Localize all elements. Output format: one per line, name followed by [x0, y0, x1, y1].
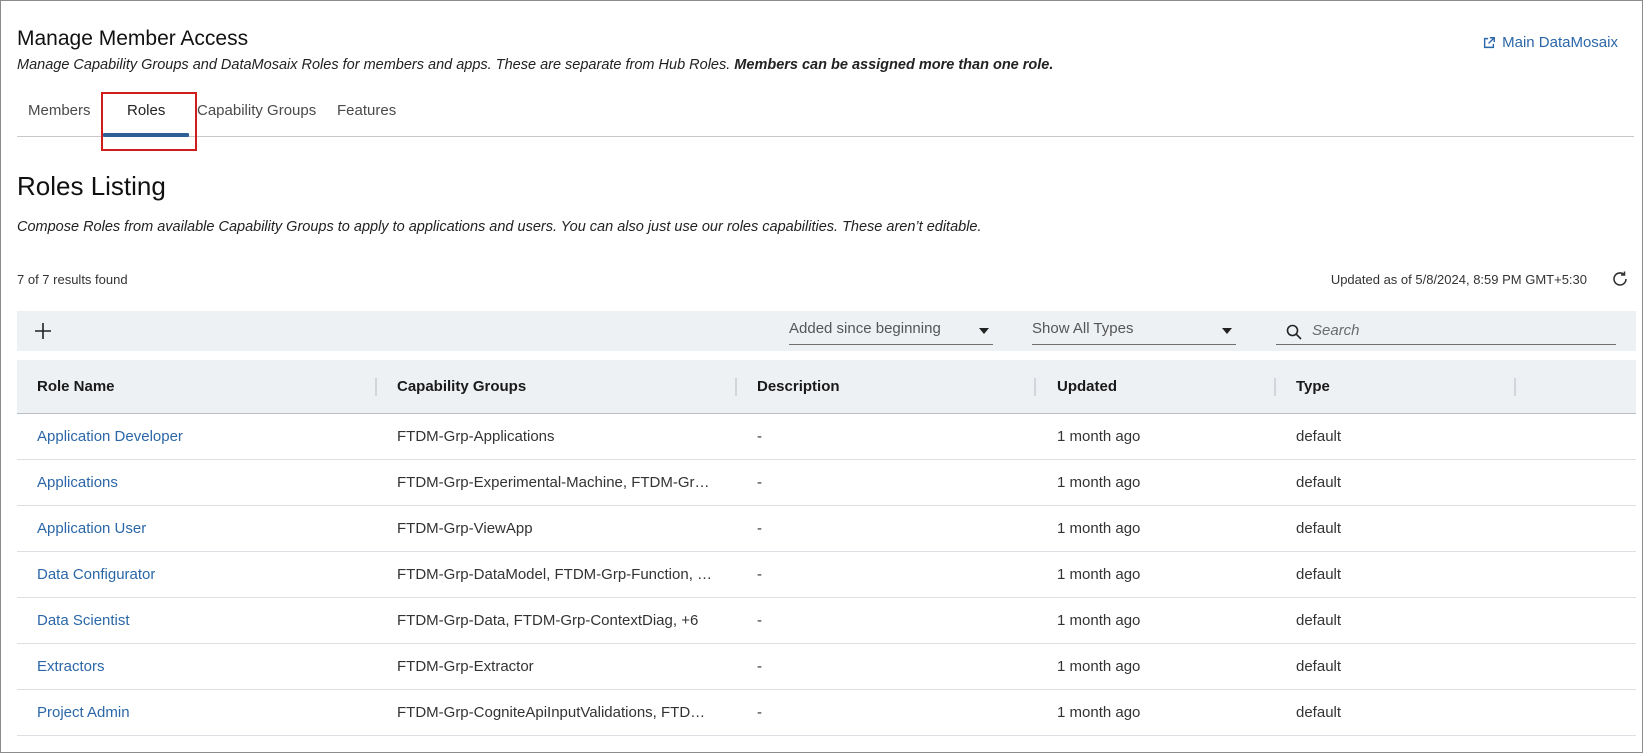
main-datamosaix-link[interactable]: Main DataMosaix: [1482, 34, 1618, 51]
role-name-link[interactable]: Project Admin: [37, 704, 130, 721]
capability-groups-cell: FTDM-Grp-Applications: [397, 428, 555, 445]
description-cell: -: [757, 658, 762, 675]
table-row[interactable]: Application Developer FTDM-Grp-Applicati…: [17, 414, 1636, 460]
refresh-icon[interactable]: [1610, 269, 1630, 289]
results-count: 7 of 7 results found: [17, 272, 128, 287]
capability-groups-cell: FTDM-Grp-DataModel, FTDM-Grp-Function, …: [397, 566, 713, 583]
type-cell: default: [1296, 566, 1342, 583]
page-subtitle-text: Manage Capability Groups and DataMosaix …: [17, 57, 735, 73]
capability-groups-cell: FTDM-Grp-CogniteApiInputValidations, FTD…: [397, 704, 706, 721]
page-subtitle: Manage Capability Groups and DataMosaix …: [17, 57, 1053, 73]
updated-cell: 1 month ago: [1057, 520, 1141, 537]
column-header-description[interactable]: Description: [757, 378, 840, 395]
description-cell: -: [757, 704, 762, 721]
app-window: Manage Member Access Manage Capability G…: [0, 0, 1643, 753]
table-row[interactable]: Data Scientist FTDM-Grp-Data, FTDM-Grp-C…: [17, 598, 1636, 644]
description-cell: -: [757, 520, 762, 537]
role-name-link[interactable]: Data Scientist: [37, 612, 130, 629]
capability-groups-cell: FTDM-Grp-Extractor: [397, 658, 534, 675]
main-datamosaix-link-label: Main DataMosaix: [1502, 34, 1618, 51]
table-row[interactable]: Extractors FTDM-Grp-Extractor - 1 month …: [17, 644, 1636, 690]
description-cell: -: [757, 566, 762, 583]
date-filter-dropdown[interactable]: Added since beginning: [789, 317, 993, 345]
caret-down-icon: [979, 328, 989, 334]
role-name-link[interactable]: Applications: [37, 474, 118, 491]
roles-table: Role Name Capability Groups Description …: [17, 360, 1636, 736]
external-link-icon: [1484, 36, 1496, 48]
capability-groups-cell: FTDM-Grp-Experimental-Machine, FTDM-Gr…: [397, 474, 710, 491]
caret-down-icon: [1222, 328, 1232, 334]
search-input[interactable]: [1312, 319, 1602, 341]
column-resize-handle[interactable]: [735, 378, 737, 396]
type-filter-value: Show All Types: [1032, 320, 1134, 337]
tab-features[interactable]: Features: [337, 102, 396, 119]
tab-bar: Members Roles Capability Groups Features: [17, 93, 1634, 137]
updated-timestamp: Updated as of 5/8/2024, 8:59 PM GMT+5:30: [1330, 272, 1587, 287]
table-row[interactable]: Data Configurator FTDM-Grp-DataModel, FT…: [17, 552, 1636, 598]
description-cell: -: [757, 474, 762, 491]
type-cell: default: [1296, 428, 1342, 445]
table-header: Role Name Capability Groups Description …: [17, 360, 1636, 414]
updated-cell: 1 month ago: [1057, 474, 1141, 491]
page-title: Manage Member Access: [17, 27, 249, 50]
date-filter-value: Added since beginning: [789, 320, 941, 337]
column-resize-handle[interactable]: [1274, 378, 1276, 396]
column-resize-handle[interactable]: [1514, 378, 1516, 396]
column-header-role-name[interactable]: Role Name: [37, 378, 115, 395]
table-row[interactable]: Application User FTDM-Grp-ViewApp - 1 mo…: [17, 506, 1636, 552]
tab-capability-groups[interactable]: Capability Groups: [197, 102, 316, 119]
search-icon: [1286, 324, 1302, 340]
type-cell: default: [1296, 474, 1342, 491]
capability-groups-cell: FTDM-Grp-ViewApp: [397, 520, 533, 537]
table-row[interactable]: Applications FTDM-Grp-Experimental-Machi…: [17, 460, 1636, 506]
capability-groups-cell: FTDM-Grp-Data, FTDM-Grp-ContextDiag, +6: [397, 612, 699, 629]
type-cell: default: [1296, 612, 1342, 629]
roles-tab-highlight: [101, 92, 197, 151]
updated-cell: 1 month ago: [1057, 658, 1141, 675]
updated-cell: 1 month ago: [1057, 612, 1141, 629]
column-resize-handle[interactable]: [375, 378, 377, 396]
role-name-link[interactable]: Application User: [37, 520, 146, 537]
updated-cell: 1 month ago: [1057, 704, 1141, 721]
section-title: Roles Listing: [17, 171, 166, 201]
role-name-link[interactable]: Application Developer: [37, 428, 183, 445]
role-name-link[interactable]: Data Configurator: [37, 566, 155, 583]
updated-cell: 1 month ago: [1057, 566, 1141, 583]
table-toolbar: Added since beginning Show All Types: [17, 311, 1636, 351]
column-header-updated[interactable]: Updated: [1057, 378, 1117, 395]
type-cell: default: [1296, 658, 1342, 675]
column-resize-handle[interactable]: [1034, 378, 1036, 396]
search-box: [1276, 317, 1616, 345]
plus-icon[interactable]: [31, 319, 55, 343]
table-row[interactable]: Project Admin FTDM-Grp-CogniteApiInputVa…: [17, 690, 1636, 736]
type-filter-dropdown[interactable]: Show All Types: [1032, 317, 1236, 345]
page-subtitle-emphasis: Members can be assigned more than one ro…: [734, 57, 1054, 73]
type-cell: default: [1296, 520, 1342, 537]
updated-cell: 1 month ago: [1057, 428, 1141, 445]
section-description: Compose Roles from available Capability …: [17, 219, 982, 235]
column-header-capability-groups[interactable]: Capability Groups: [397, 378, 526, 395]
column-header-type[interactable]: Type: [1296, 378, 1330, 395]
role-name-link[interactable]: Extractors: [37, 658, 105, 675]
type-cell: default: [1296, 704, 1342, 721]
tab-members[interactable]: Members: [28, 102, 91, 119]
description-cell: -: [757, 612, 762, 629]
description-cell: -: [757, 428, 762, 445]
